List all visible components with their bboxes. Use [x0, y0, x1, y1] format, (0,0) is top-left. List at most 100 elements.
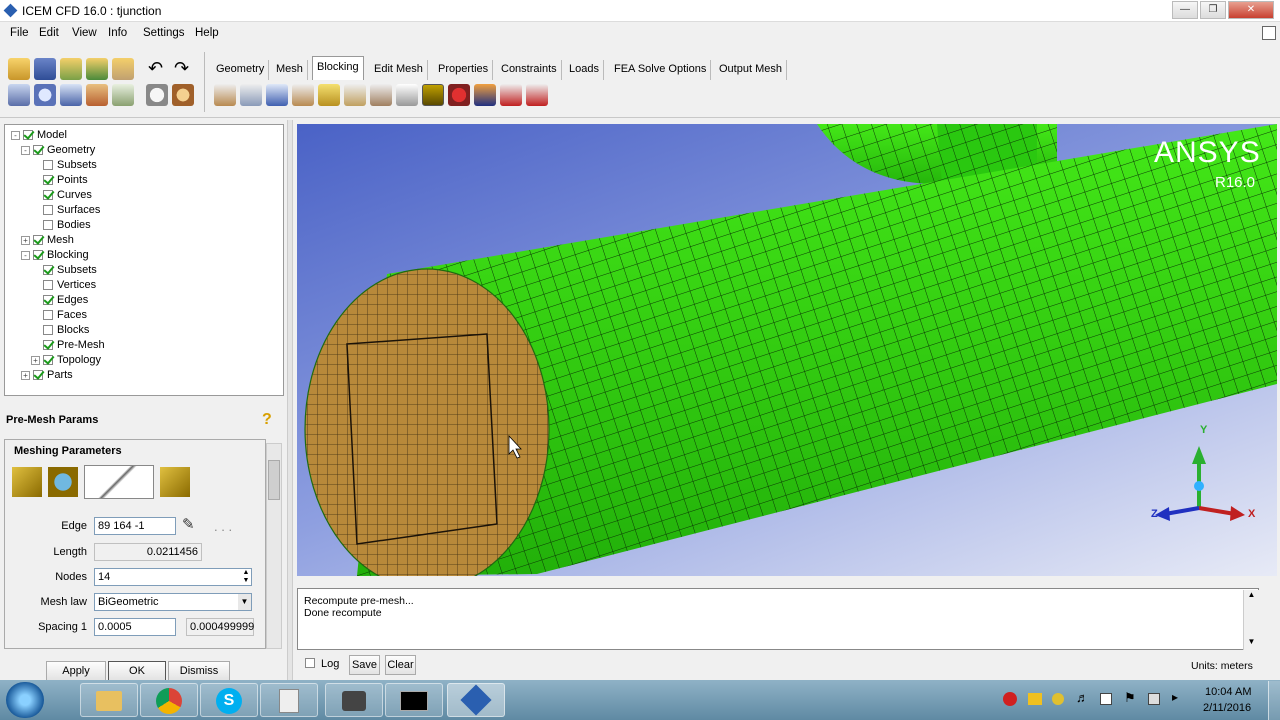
maximize-button[interactable]: ❐ — [1200, 1, 1226, 19]
chevron-down-icon[interactable]: ▼ — [238, 594, 251, 610]
display-icon[interactable] — [112, 84, 134, 106]
spacing1-field[interactable]: 0.0005 — [94, 618, 176, 636]
cmd-taskbar-icon[interactable] — [385, 683, 443, 717]
tree-node-subsets[interactable]: Subsets — [31, 159, 97, 171]
visibility-checkbox[interactable] — [43, 220, 53, 231]
premesh-params-icon[interactable] — [422, 84, 444, 106]
collapse-icon[interactable]: - — [21, 250, 30, 260]
move-vertex-icon[interactable] — [344, 84, 366, 106]
dismiss-button[interactable]: Dismiss — [168, 661, 230, 681]
show-desktop-button[interactable] — [1268, 681, 1280, 720]
save-icon[interactable] — [34, 58, 56, 80]
tab-mesh[interactable]: Mesh — [272, 60, 308, 80]
expand-icon[interactable]: + — [31, 355, 40, 365]
delete-block-icon[interactable] — [526, 84, 548, 106]
visibility-checkbox[interactable] — [43, 295, 53, 306]
start-button[interactable] — [6, 682, 44, 718]
clock-time[interactable]: 10:04 AM — [1205, 686, 1251, 698]
recorder-taskbar-icon[interactable] — [325, 683, 383, 717]
clear-log-button[interactable]: Clear — [385, 655, 416, 675]
edit-edge-icon[interactable] — [396, 84, 418, 106]
restore-panel-icon[interactable] — [1262, 26, 1276, 40]
premesh-smooth-icon[interactable] — [448, 84, 470, 106]
visibility-checkbox[interactable] — [43, 175, 53, 186]
visibility-checkbox[interactable] — [33, 235, 43, 246]
collapse-icon[interactable]: - — [11, 130, 20, 140]
associate-icon[interactable] — [318, 84, 340, 106]
open-icon[interactable] — [8, 58, 30, 80]
visibility-checkbox[interactable] — [43, 205, 53, 216]
check-mark-icon[interactable] — [500, 84, 522, 106]
tree-node-parts[interactable]: + Parts — [21, 369, 73, 381]
document-taskbar-icon[interactable] — [260, 683, 318, 717]
menu-settings[interactable]: Settings — [143, 27, 185, 39]
match-edges-icon[interactable] — [48, 467, 78, 497]
view-icon[interactable] — [146, 84, 168, 106]
open-geometry-icon[interactable] — [60, 58, 82, 80]
expand-icon[interactable]: + — [21, 370, 30, 380]
scale-sizes-icon[interactable] — [84, 465, 154, 499]
skype-taskbar-icon[interactable]: S — [200, 683, 258, 717]
redo-icon[interactable]: ↷ — [174, 58, 189, 79]
open-blocking-icon[interactable] — [112, 58, 134, 80]
tray-acrobat-icon[interactable] — [1003, 692, 1017, 706]
visibility-checkbox[interactable] — [43, 265, 53, 276]
transform-blocks-icon[interactable] — [370, 84, 392, 106]
tray-monitor-icon[interactable] — [1148, 693, 1160, 705]
visibility-checkbox[interactable] — [43, 190, 53, 201]
menu-info[interactable]: Info — [108, 27, 127, 39]
tree-node-surfaces[interactable]: Surfaces — [31, 204, 100, 216]
save-log-button[interactable]: Save — [349, 655, 380, 675]
clock-date[interactable]: 2/11/2016 — [1203, 702, 1251, 714]
tree-node-geometry[interactable]: - Geometry — [21, 144, 95, 156]
graphics-viewport[interactable]: ANSYS R16.0 Y Z X — [297, 124, 1277, 576]
visibility-checkbox[interactable] — [43, 310, 53, 321]
tree-node-model[interactable]: - Model — [11, 129, 67, 141]
visibility-checkbox[interactable] — [33, 370, 43, 381]
tray-speaker-icon[interactable]: ▸ — [1172, 690, 1178, 704]
visibility-checkbox[interactable] — [23, 130, 33, 141]
explorer-taskbar-icon[interactable] — [80, 683, 138, 717]
tray-network-icon[interactable] — [1100, 693, 1112, 705]
tree-node-faces[interactable]: Faces — [31, 309, 87, 321]
tree-node-blocks[interactable]: Blocks — [31, 324, 89, 336]
tree-node-topology[interactable]: + Topology — [31, 354, 101, 366]
ok-button[interactable]: OK — [108, 661, 166, 681]
render-icon[interactable] — [172, 84, 194, 106]
tab-properties[interactable]: Properties — [434, 60, 494, 80]
tray-volume-icon[interactable]: ♬ — [1076, 690, 1089, 705]
menu-edit[interactable]: Edit — [39, 27, 59, 39]
tab-blocking[interactable]: Blocking — [312, 56, 364, 80]
tray-folder-icon[interactable] — [1028, 693, 1042, 705]
visibility-checkbox[interactable] — [43, 325, 53, 336]
chrome-taskbar-icon[interactable] — [140, 683, 198, 717]
tab-constraints[interactable]: Constraints — [497, 60, 562, 80]
tree-node-blocking[interactable]: - Blocking — [21, 249, 89, 261]
message-scrollbar[interactable]: ▲ ▼ — [1243, 590, 1259, 650]
split-block-icon[interactable] — [240, 84, 262, 106]
tray-flag-icon[interactable]: ⚑ — [1124, 690, 1136, 706]
visibility-checkbox[interactable] — [43, 340, 53, 351]
create-block-icon[interactable] — [214, 84, 236, 106]
icem-taskbar-icon[interactable] — [447, 683, 505, 717]
tree-node-vertices[interactable]: Vertices — [31, 279, 96, 291]
edge-params-icon[interactable] — [12, 467, 42, 497]
close-button[interactable]: ✕ — [1228, 1, 1274, 19]
visibility-checkbox[interactable] — [43, 160, 53, 171]
meshlaw-select[interactable]: BiGeometric — [94, 593, 252, 611]
tray-app-icon[interactable] — [1052, 693, 1064, 705]
measure-icon[interactable] — [60, 84, 82, 106]
visibility-checkbox[interactable] — [43, 355, 53, 366]
visibility-checkbox[interactable] — [33, 250, 43, 261]
tree-node-pre-mesh[interactable]: Pre-Mesh — [31, 339, 105, 351]
edge-field[interactable]: 89 164 -1 — [94, 517, 176, 535]
block-checks-icon[interactable] — [474, 84, 496, 106]
nodes-stepper[interactable]: ▲ ▼ — [241, 569, 251, 585]
merge-vertices-icon[interactable] — [266, 84, 288, 106]
tab-loads[interactable]: Loads — [565, 60, 604, 80]
zoom-icon[interactable] — [34, 84, 56, 106]
params-scrollbar[interactable] — [266, 443, 282, 649]
pane-splitter[interactable] — [287, 120, 293, 680]
visibility-checkbox[interactable] — [43, 280, 53, 291]
fit-window-icon[interactable] — [8, 84, 30, 106]
